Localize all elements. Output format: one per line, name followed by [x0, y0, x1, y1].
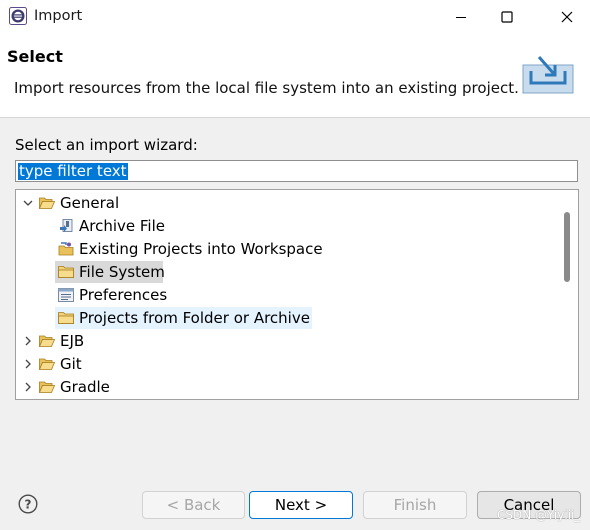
next-button[interactable]: Next > [249, 491, 353, 519]
window-title: Import [34, 8, 83, 24]
tree-item-label: Preferences [79, 286, 168, 304]
help-icon[interactable]: ? [18, 494, 38, 514]
finish-button[interactable]: Finish [363, 491, 467, 519]
tree-item-label: EJB [60, 332, 85, 350]
tree-item-label: Archive File [79, 217, 165, 235]
minimize-icon [456, 16, 466, 18]
filter-input-text: type filter text [18, 162, 128, 180]
tree-item-gradle[interactable]: Gradle [16, 376, 556, 398]
eclipse-app-icon [9, 7, 27, 25]
chevron-right-icon[interactable] [22, 330, 34, 352]
chevron-right-icon[interactable] [22, 353, 34, 375]
tree-item-existing-projects[interactable]: Existing Projects into Workspace [16, 238, 556, 260]
filter-input[interactable]: type filter text [15, 160, 578, 182]
close-button[interactable] [544, 0, 590, 33]
close-icon [561, 11, 573, 22]
tree-item-label: Projects from Folder or Archive [79, 309, 310, 327]
folder-icon [58, 266, 74, 278]
folder-icon [39, 381, 55, 393]
chevron-down-icon[interactable] [22, 192, 34, 214]
folder-icon [58, 312, 74, 324]
wizard-tree[interactable]: General Archive File Existing Projects i… [15, 189, 579, 400]
folder-open-icon [39, 197, 55, 209]
preferences-icon [58, 288, 74, 302]
tree-item-label: Git [60, 355, 82, 373]
maximize-icon [501, 10, 513, 23]
watermark: CSDN @Yiyiii_ [497, 508, 581, 522]
tree-item-archive-file[interactable]: Archive File [16, 215, 556, 237]
header-banner [0, 33, 590, 118]
minimize-button[interactable] [438, 0, 484, 33]
tree-scrollbar[interactable] [564, 212, 570, 282]
tree-item-general[interactable]: General [16, 192, 556, 214]
wizard-label: Select an import wizard: [15, 136, 198, 154]
folder-icon [39, 358, 55, 370]
project-import-icon [58, 242, 74, 256]
import-wizard-icon [522, 56, 574, 94]
back-button[interactable]: < Back [142, 491, 245, 519]
tree-item-label: Gradle [60, 378, 110, 396]
page-title: Select [7, 47, 63, 66]
archive-icon [60, 219, 73, 232]
tree-item-file-system[interactable]: File System [16, 261, 556, 283]
tree-item-ejb[interactable]: EJB [16, 330, 556, 352]
tree-item-label: Existing Projects into Workspace [79, 240, 323, 258]
folder-icon [39, 335, 55, 347]
page-description: Import resources from the local file sys… [14, 79, 519, 97]
tree-item-preferences[interactable]: Preferences [16, 284, 556, 306]
svg-text:?: ? [25, 498, 32, 512]
tree-item-label: General [60, 194, 120, 212]
tree-item-label: File System [79, 263, 165, 281]
tree-item-git[interactable]: Git [16, 353, 556, 375]
tree-item-projects-from-folder[interactable]: Projects from Folder or Archive [16, 307, 556, 329]
chevron-right-icon[interactable] [22, 376, 34, 398]
maximize-button[interactable] [484, 0, 530, 33]
